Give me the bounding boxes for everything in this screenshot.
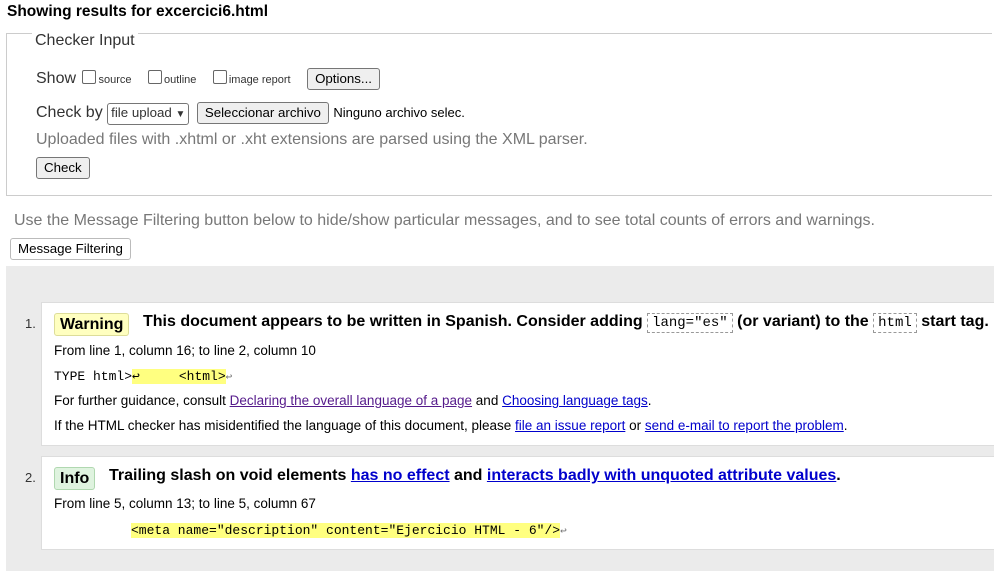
message-extract: <meta name="description" content="Ejerci… (131, 523, 567, 538)
link-choosing-language-tags[interactable]: Choosing language tags (502, 393, 648, 408)
filtering-info: Use the Message Filtering button below t… (14, 212, 875, 229)
show-options-row: Show source outline image report Options… (36, 68, 380, 90)
parser-note: Uploaded files with .xhtml or .xht exten… (36, 131, 588, 148)
warning-badge: Warning (54, 313, 130, 336)
message-location: From line 1, column 16; to line 2, colum… (54, 343, 316, 358)
check-by-label: Check by (36, 104, 103, 121)
check-button[interactable]: Check (36, 157, 90, 179)
message-location: From line 5, column 13; to line 5, colum… (54, 496, 316, 511)
message-number: 2. (25, 470, 36, 485)
message-text: Trailing slash on void elements has no e… (109, 467, 841, 484)
choose-file-button[interactable]: Seleccionar archivo (196, 102, 329, 124)
check-by-row: Check by file upload ▼ Seleccionar archi… (36, 102, 465, 125)
source-checkbox[interactable] (82, 70, 97, 84)
no-file-text: Ninguno archivo selec. (333, 105, 465, 120)
code-html: html (873, 313, 917, 333)
image-report-label: image report (228, 74, 291, 86)
source-label: source (98, 74, 132, 86)
message-text: This document appears to be written in S… (143, 313, 989, 333)
link-interacts-badly[interactable]: interacts badly with unquoted attribute … (487, 467, 836, 484)
link-has-no-effect[interactable]: has no effect (351, 467, 450, 484)
guidance-text: For further guidance, consult Declaring … (54, 393, 652, 408)
options-button[interactable]: Options... (307, 68, 380, 90)
code-lang: lang="es" (647, 313, 733, 333)
check-by-select[interactable]: file upload ▼ (107, 103, 190, 125)
message-number: 1. (25, 316, 36, 331)
image-report-checkbox[interactable] (212, 70, 227, 84)
message-extract: TYPE html>↩ <html>↩ (54, 369, 233, 384)
misidentified-text: If the HTML checker has misidentified th… (54, 418, 848, 433)
link-send-email[interactable]: send e-mail to report the problem (645, 418, 844, 433)
checker-input-legend: Checker Input (32, 32, 138, 50)
page-title: Showing results for excercici6.html (7, 3, 268, 20)
chevron-down-icon: ▼ (175, 109, 186, 120)
outline-label: outline (163, 74, 197, 86)
link-declaring-language[interactable]: Declaring the overall language of a page (230, 393, 472, 408)
info-badge: Info (54, 467, 96, 490)
outline-checkbox[interactable] (147, 70, 162, 84)
show-label: Show (36, 70, 77, 87)
message-filtering-button[interactable]: Message Filtering (10, 238, 131, 260)
link-file-issue[interactable]: file an issue report (515, 418, 625, 433)
